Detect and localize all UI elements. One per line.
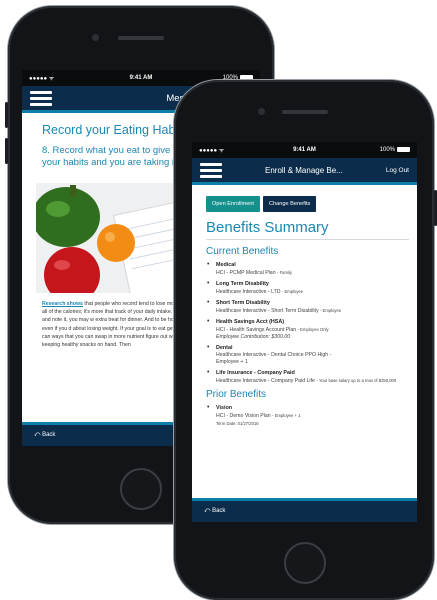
nav-bar: Enroll & Manage Be... Log Out [192, 158, 417, 185]
benefit-name: Medical [216, 262, 236, 268]
bottom-bar: ⤺ Back [192, 498, 417, 522]
home-button [120, 468, 162, 510]
benefit-coverage: Employee + 1 [216, 359, 248, 365]
speaker [118, 36, 164, 40]
benefit-item-dental: Dental Healthcare Interactive - Dental C… [206, 344, 409, 366]
current-benefits-heading: Current Benefits [206, 246, 279, 257]
battery-status: 100% [380, 146, 410, 153]
prior-benefits-heading: Prior Benefits [206, 389, 267, 400]
front-phone-screen: ●●●●● ᯤ 9:41 AM 100% Enroll & Manage Be.… [192, 142, 417, 522]
benefit-plan: Healthcare Interactive - LTD - Employee [216, 289, 304, 295]
back-arrow-icon: ⤺ [34, 432, 41, 438]
hamburger-menu-icon[interactable] [30, 90, 52, 106]
open-enrollment-button[interactable]: Open Enrollment [206, 196, 260, 212]
benefit-contribution: Employee Contribution: $300.00 [216, 334, 291, 340]
benefit-name: Vision [216, 405, 233, 411]
benefit-plan: Healthcare Interactive - Dental Choice P… [216, 352, 332, 358]
benefit-item-vision: Vision HCI - Demo Vision Plan - Employee… [206, 404, 409, 428]
carrier-signal: ●●●●● ᯤ [199, 148, 225, 154]
page-title: Benefits Summary [206, 219, 409, 240]
benefit-term-date: Term Date: 01/27/2016 [216, 421, 259, 426]
back-button[interactable]: ⤺ Back [34, 432, 55, 439]
action-buttons: Open Enrollment Change Benefits [206, 196, 409, 212]
benefits-content: Open Enrollment Change Benefits Benefits… [192, 185, 417, 498]
back-arrow-icon: ⤺ [204, 508, 211, 514]
benefit-item-medical: Medical HCI - PCMP Medical Plan - Family [206, 261, 409, 277]
benefit-item-ltd: Long Term Disability Healthcare Interact… [206, 280, 409, 296]
benefit-name: Long Term Disability [216, 281, 269, 287]
research-link[interactable]: Research shows [42, 301, 83, 307]
side-button [5, 102, 8, 128]
benefit-plan: Healthcare Interactive - Short Term Disa… [216, 308, 342, 314]
current-benefits-list: Medical HCI - PCMP Medical Plan - Family… [206, 261, 409, 385]
camera [258, 108, 265, 115]
back-button[interactable]: ⤺ Back [204, 508, 225, 515]
hamburger-menu-icon[interactable] [200, 162, 222, 178]
benefit-name: Short Term Disability [216, 300, 270, 306]
nav-title: Enroll & Manage Be... [265, 165, 343, 175]
side-button [5, 138, 8, 164]
carrier-signal: ●●●●● ᯤ [29, 76, 55, 82]
benefit-name: Health Savings Acct (HSA) [216, 319, 285, 325]
camera [92, 34, 99, 41]
benefit-plan: HCI - PCMP Medical Plan - Family [216, 270, 292, 276]
benefit-name: Dental [216, 345, 233, 351]
battery-icon [397, 146, 410, 152]
benefit-item-life: Life Insurance - Company Paid Healthcare… [206, 369, 409, 385]
front-phone: ●●●●● ᯤ 9:41 AM 100% Enroll & Manage Be.… [174, 80, 437, 600]
benefit-plan: HCI - Health Savings Account Plan - Empl… [216, 327, 329, 333]
status-bar: ●●●●● ᯤ 9:41 AM 100% [192, 142, 417, 158]
logout-button[interactable]: Log Out [386, 167, 409, 174]
prior-benefits-list: Vision HCI - Demo Vision Plan - Employee… [206, 404, 409, 428]
home-button [284, 542, 326, 584]
benefit-name: Life Insurance - Company Paid [216, 370, 295, 376]
benefit-plan: Healthcare Interactive - Company Paid Li… [216, 378, 397, 384]
speaker [282, 110, 328, 114]
change-benefits-button[interactable]: Change Benefits [262, 196, 317, 212]
benefit-plan: HCI - Demo Vision Plan - Employee + 1 [216, 413, 301, 419]
benefit-item-hsa: Health Savings Acct (HSA) HCI - Health S… [206, 318, 409, 341]
benefit-item-std: Short Term Disability Healthcare Interac… [206, 299, 409, 315]
